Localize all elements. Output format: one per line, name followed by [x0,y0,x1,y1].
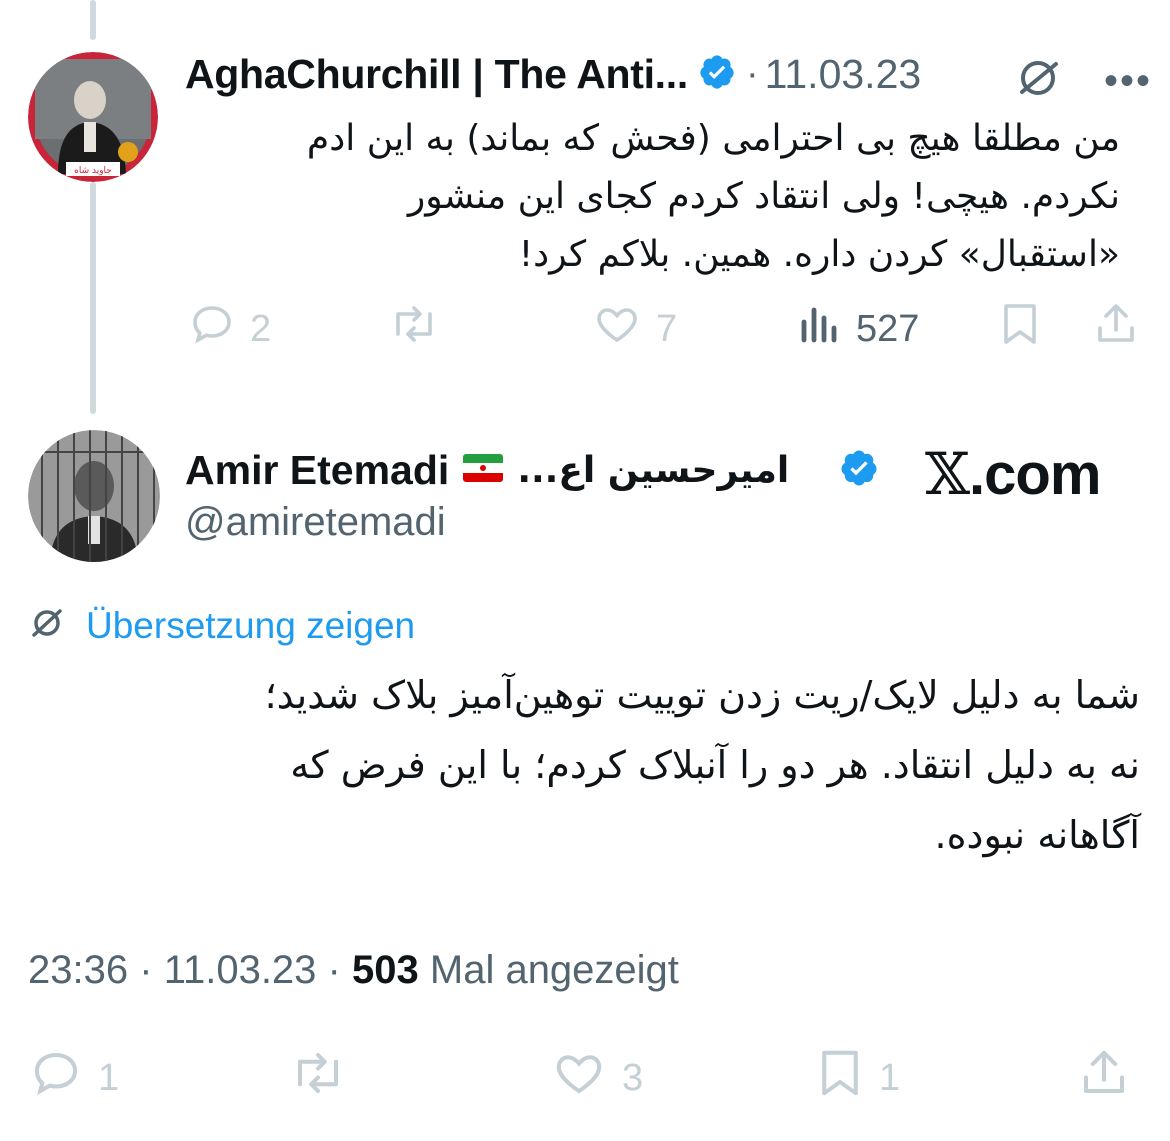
tweet1-text: من مطلقا هیچ بی احترامی (فحش که بماند) ب… [170,110,1120,284]
repost-icon [288,1046,348,1110]
separator-dot: · [327,948,341,992]
show-translation-link[interactable]: Übersetzung zeigen [26,602,415,649]
tweet2-name-row: Amir Etemadi امیرحسین اع... [185,442,879,498]
share-icon [1076,1046,1132,1110]
show-translation-label[interactable]: Übersetzung zeigen [86,605,415,647]
tweet1-text-line: من مطلقا هیچ بی احترامی (فحش که بماند) ب… [306,118,1120,159]
tweet1-header-actions: ••• [1010,50,1152,111]
tweet2-handle[interactable]: @amiretemadi [185,500,446,545]
translate-icon [26,602,68,649]
repost-button[interactable] [388,300,440,358]
bookmark-button[interactable] [998,300,1042,358]
tweet2-display-name[interactable]: Amir Etemadi [185,447,449,494]
tweet1-display-name[interactable]: AghaChurchill | The Anti... [185,51,688,98]
share-button[interactable] [1076,1046,1132,1110]
separator-dot: · [745,52,759,95]
like-count: 7 [656,307,678,350]
bookmark-icon [998,300,1042,358]
verified-badge-icon [698,53,736,96]
bookmark-count: 1 [879,1056,901,1099]
share-icon [1092,300,1140,358]
thread-line-top [90,0,96,40]
avatar-aghachurchill[interactable]: جاوید شاه [28,52,158,182]
like-button[interactable]: 3 [550,1046,643,1110]
heart-icon [550,1046,608,1110]
tweet2-text-line: آگاهانه نبوده. [934,813,1140,857]
tweet2-views-label: Mal angezeigt [429,948,679,992]
avatar-amiretemadi[interactable] [28,430,160,562]
avatar-caption: جاوید شاه [74,166,112,176]
tweet1-text-line: نکردم. هیچی! ولی انتقاد کردم کجای این من… [407,176,1120,217]
x-logo-icon: 𝕏 [925,440,970,508]
reply-count: 2 [250,307,272,350]
like-count: 3 [622,1056,644,1099]
reply-button[interactable]: 1 [28,1046,119,1110]
bookmark-icon [815,1046,865,1110]
translate-icon[interactable] [1010,50,1066,111]
x-com-watermark: 𝕏.com [925,440,1101,508]
like-button[interactable]: 7 [592,300,677,358]
tweet1-date[interactable]: 11.03.23 [765,51,922,98]
repost-button[interactable] [288,1046,348,1110]
reply-icon [188,300,236,358]
views-button[interactable]: 527 [798,300,919,358]
watermark-domain: .com [969,442,1101,507]
tweet2-text-line: شما به دلیل لایک/ریت زدن توییت توهین‌آمی… [264,673,1140,717]
tweet2-date[interactable]: 11.03.23 [164,948,317,992]
separator-dot: · [139,948,153,992]
tweet2-name-fa[interactable]: امیرحسین اع... [517,450,789,491]
tweet2-text-line: نه به دلیل انتقاد. هر دو را آنبلاک کردم؛… [290,743,1140,787]
reply-count: 1 [98,1056,120,1099]
tweet1-header: AghaChurchill | The Anti... · 11.03.23 [185,46,921,102]
share-button[interactable] [1092,300,1140,358]
verified-badge-icon [839,448,879,493]
views-count: 527 [856,307,920,350]
tweet2-view-count: 503 [352,948,419,992]
tweet2-text: شما به دلیل لایک/ریت زدن توییت توهین‌آمی… [120,660,1140,870]
thread-line-middle [90,182,96,414]
iran-flag-icon [463,453,504,487]
repost-icon [388,300,440,358]
tweet2-meta: 23:36 · 11.03.23 · 503 Mal angezeigt [28,948,679,993]
views-chart-icon [798,300,842,358]
tweet2-time[interactable]: 23:36 [28,948,128,992]
more-options-icon[interactable]: ••• [1104,61,1152,101]
reply-button[interactable]: 2 [188,300,271,358]
tweet1-text-line: «استقبال» کردن داره. همین. بلاکم کرد! [518,234,1120,275]
heart-icon [592,300,642,358]
bookmark-button[interactable]: 1 [815,1046,900,1110]
reply-icon [28,1046,84,1110]
